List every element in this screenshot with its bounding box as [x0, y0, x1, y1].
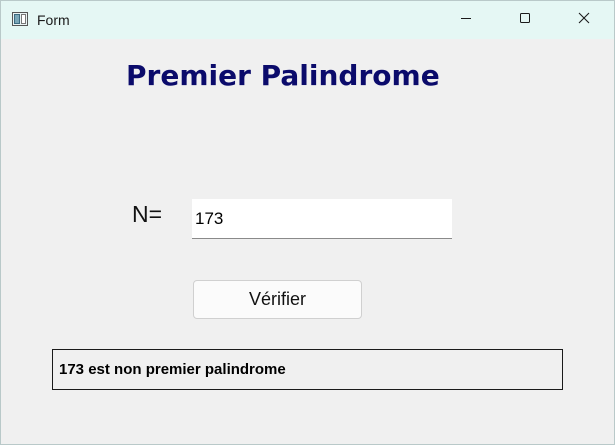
form-window: Form Premier Palindrome N= Vérifier 173 … — [0, 0, 615, 445]
close-icon — [578, 11, 590, 29]
page-title: Premier Palindrome — [126, 59, 440, 92]
n-input[interactable] — [192, 199, 452, 239]
title-bar[interactable]: Form — [1, 1, 614, 39]
maximize-icon — [519, 11, 531, 29]
app-window-icon — [12, 12, 28, 26]
result-box: 173 est non premier palindrome — [52, 349, 563, 390]
close-button[interactable] — [555, 1, 613, 39]
window-title: Form — [37, 12, 70, 28]
maximize-button[interactable] — [496, 1, 554, 39]
minimize-button[interactable] — [437, 1, 495, 39]
result-text: 173 est non premier palindrome — [59, 361, 286, 378]
n-label: N= — [132, 201, 163, 227]
minimize-icon — [460, 11, 472, 29]
verify-button[interactable]: Vérifier — [193, 280, 362, 319]
